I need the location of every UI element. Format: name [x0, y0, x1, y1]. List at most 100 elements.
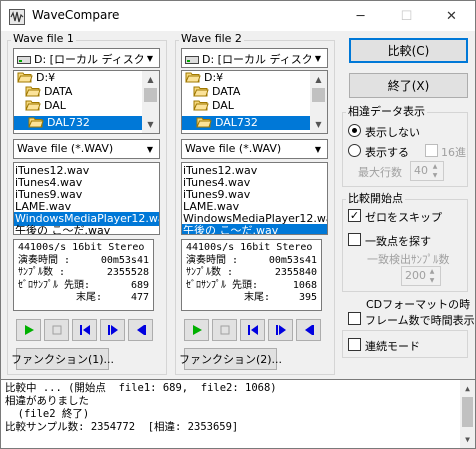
stop-button-2[interactable] [212, 319, 237, 341]
hex-checkbox[interactable] [425, 144, 438, 157]
frame-time-checkbox[interactable] [348, 312, 361, 325]
compare-button[interactable]: 比較(C) [349, 38, 468, 63]
skip-start-button-2[interactable] [240, 319, 265, 341]
list-item[interactable]: DATA [24, 85, 142, 99]
folder-list-1-scrollbar[interactable]: ▲ ▼ [142, 71, 159, 133]
list-item-selected[interactable]: DAL732 [182, 116, 310, 130]
drive-select-1-text: D: [ローカル ディスク] [34, 53, 143, 66]
scroll-down-icon[interactable]: ▼ [460, 431, 475, 448]
info-zero-head: 1068 [292, 279, 317, 291]
no-show-label[interactable]: 表示しない [365, 124, 420, 140]
list-item-label: DATA [44, 85, 73, 98]
log-line: 比較中 ... (開始点 file1: 689, file2: 1068) [5, 382, 277, 394]
file-type-select-2[interactable]: Wave file (*.WAV) ▼ [181, 139, 328, 159]
drive-select-1-value: D: [ローカル ディスク] [17, 51, 143, 67]
info-duration: 00m53s41 [268, 254, 317, 266]
skip-start-button-1[interactable] [72, 319, 97, 341]
scroll-up-icon[interactable]: ▲ [310, 71, 327, 88]
match-samples-value: 200 [405, 269, 426, 282]
skip-to-start-icon [79, 325, 90, 335]
continuous-checkbox[interactable] [348, 338, 361, 351]
file-list-1[interactable]: iTunes12.wav iTunes4.wav iTunes9.wav LAM… [13, 162, 160, 235]
scroll-thumb[interactable] [462, 397, 473, 427]
info-zero-tail: 477 [130, 292, 149, 303]
file-type-select-1[interactable]: Wave file (*.WAV) ▼ [13, 139, 160, 159]
chevron-down-icon: ▼ [314, 53, 322, 63]
list-item-selected[interactable]: 午後の こ〜だ.wav [182, 224, 327, 234]
scroll-thumb[interactable] [144, 88, 157, 102]
spin-up-icon[interactable]: ▲ [425, 267, 439, 276]
scroll-thumb[interactable] [312, 88, 325, 102]
match-samples-spinner[interactable]: 200 ▲ ▼ [401, 266, 441, 286]
log-scrollbar[interactable]: ▲ ▼ [460, 380, 475, 448]
spin-down-icon[interactable]: ▼ [428, 171, 442, 180]
spin-up-icon[interactable]: ▲ [428, 162, 442, 171]
open-folder-icon [196, 117, 212, 128]
no-show-radio[interactable] [348, 124, 361, 137]
list-item[interactable]: DAL [24, 99, 142, 113]
hex-label: 16進 [441, 146, 466, 159]
list-item[interactable]: 午後の こ〜だ.wav [14, 224, 159, 234]
file-list-2[interactable]: iTunes12.wav iTunes4.wav iTunes9.wav LAM… [181, 162, 328, 235]
step-end-button-2[interactable] [296, 319, 321, 341]
skip-to-end-icon [304, 325, 314, 335]
list-item-label: D:¥ [36, 71, 56, 84]
max-rows-spinner[interactable]: 40 ▲ ▼ [410, 161, 444, 181]
play-button-2[interactable] [184, 319, 209, 341]
list-item[interactable]: DAL [192, 99, 310, 113]
show-label[interactable]: 表示する [365, 144, 409, 160]
maximize-button[interactable]: ☐ [384, 2, 429, 31]
file-type-select-2-value: Wave file (*.WAV) [185, 142, 282, 155]
open-folder-icon [25, 86, 41, 97]
list-item-label: DAL [212, 99, 234, 112]
skip-zero-label[interactable]: ゼロをスキップ [365, 209, 442, 225]
spin-down-icon[interactable]: ▼ [425, 276, 439, 285]
continuous-label[interactable]: 連続モード [365, 338, 420, 354]
info-samples: 2355528 [106, 267, 149, 278]
chevron-down-icon: ▼ [146, 53, 154, 63]
log-output[interactable]: 比較中 ... (開始点 file1: 689, file2: 1068) 相違… [1, 379, 475, 448]
info-zero-tail: 395 [298, 292, 317, 303]
folder-list-2[interactable]: D:¥ DATA DAL DAL732 ▲ ▼ [181, 70, 328, 134]
folder-list-1[interactable]: D:¥ DATA DAL DAL732 ▲ ▼ [13, 70, 160, 134]
show-radio[interactable] [348, 144, 361, 157]
open-folder-icon [193, 100, 209, 111]
step-forward-button-1[interactable] [100, 319, 125, 341]
drive-select-2[interactable]: D: [ローカル ディスク] ▼ [181, 48, 328, 68]
function-button-1[interactable]: ファンクション(1)... [11, 348, 114, 370]
step-forward-button-2[interactable] [268, 319, 293, 341]
close-button[interactable]: ✕ [429, 2, 474, 31]
file-type-select-1-value: Wave file (*.WAV) [17, 142, 114, 155]
info-zero-head: 689 [130, 279, 149, 291]
list-item-label: D:¥ [204, 71, 224, 84]
list-item-selected[interactable]: DAL732 [14, 116, 142, 130]
find-match-checkbox[interactable] [348, 233, 361, 246]
step-end-button-1[interactable] [128, 319, 153, 341]
skip-zero-checkbox[interactable]: ✓ [348, 209, 361, 222]
chevron-down-icon: ▼ [146, 144, 154, 154]
drive-select-2-value: D: [ローカル ディスク] [185, 51, 311, 67]
list-item[interactable]: D:¥ [184, 71, 310, 85]
frame-time-label[interactable]: フレーム数で時間表示 [365, 312, 475, 328]
scroll-down-icon[interactable]: ▼ [310, 116, 327, 133]
info-format: 44100s/s 16bit Stereo [186, 242, 313, 253]
play-button-1[interactable] [16, 319, 41, 341]
scroll-up-icon[interactable]: ▲ [142, 71, 159, 88]
skip-to-end-icon [136, 325, 146, 335]
find-match-label[interactable]: 一致点を探す [365, 233, 431, 249]
minimize-button[interactable]: ─ [338, 2, 383, 31]
scroll-up-icon[interactable]: ▲ [460, 380, 475, 397]
folder-list-2-scrollbar[interactable]: ▲ ▼ [310, 71, 327, 133]
drive-select-1[interactable]: D: [ローカル ディスク] ▼ [13, 48, 160, 68]
exit-button[interactable]: 終了(X) [349, 73, 468, 98]
play-icon [192, 325, 202, 335]
info-samples-label: ｻﾝﾌﾟﾙ数 : [18, 267, 66, 278]
list-item[interactable]: D:¥ [16, 71, 142, 85]
list-item[interactable]: DATA [192, 85, 310, 99]
open-folder-icon [28, 117, 44, 128]
scroll-down-icon[interactable]: ▼ [142, 116, 159, 133]
info-zero-head-label: ｾﾞﾛｻﾝﾌﾟﾙ 先頭: [18, 279, 91, 291]
info-duration-label: 演奏時間 : [186, 254, 239, 266]
stop-button-1[interactable] [44, 319, 69, 341]
function-button-2[interactable]: ファンクション(2)... [179, 348, 282, 370]
